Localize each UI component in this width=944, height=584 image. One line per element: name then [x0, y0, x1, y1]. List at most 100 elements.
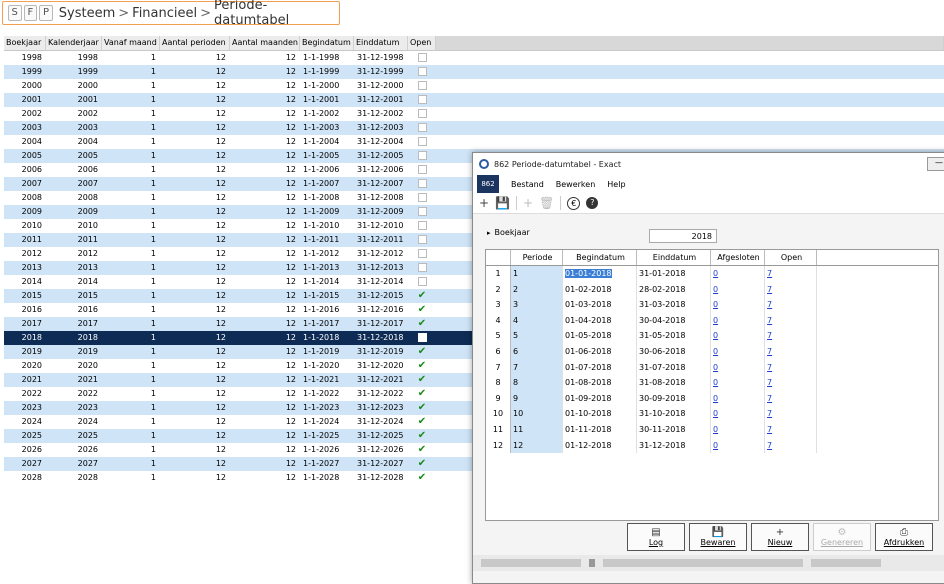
cell-open[interactable]: ✔ [408, 373, 436, 387]
boekjaar-input[interactable]: 2018 [649, 229, 717, 243]
cell-open[interactable] [408, 247, 436, 261]
cell-afgesloten[interactable]: 0 [711, 437, 765, 454]
checkbox[interactable] [417, 137, 427, 146]
cell-begindatum[interactable]: 01-02-2018 [563, 281, 637, 298]
checkmark-icon[interactable]: ✔ [418, 430, 426, 441]
period-row[interactable]: 3 3 01-03-2018 31-03-2018 0 7 [486, 297, 938, 313]
period-row[interactable]: 11 11 01-11-2018 30-11-2018 0 7 [486, 421, 938, 438]
cell-periode[interactable]: 9 [511, 390, 563, 407]
minimize-icon[interactable]: — [927, 157, 944, 171]
cell-begindatum[interactable]: 01-05-2018 [563, 328, 637, 344]
bewaren-button[interactable]: 💾 Bewaren [689, 523, 747, 551]
cell-afgesloten[interactable]: 0 [711, 390, 765, 407]
cell-begindatum[interactable]: 01-06-2018 [563, 343, 637, 360]
cell-open[interactable] [408, 163, 436, 177]
dialog-titlebar[interactable]: 862 Periode-datumtabel - Exact — [473, 153, 944, 175]
breadcrumb-button-p[interactable]: P [39, 5, 53, 21]
checkmark-icon[interactable]: ✔ [418, 444, 426, 455]
period-row[interactable]: 8 8 01-08-2018 31-08-2018 0 7 [486, 375, 938, 391]
column-header-open[interactable]: Open [765, 250, 817, 265]
menu-bestand[interactable]: Bestand [511, 180, 544, 189]
new-icon[interactable]: + [479, 196, 489, 210]
cell-open[interactable]: ✔ [408, 359, 436, 373]
table-row[interactable]: 2004 2004 1 12 12 1-1-2004 31-12-2004 [4, 135, 944, 149]
cell-open[interactable]: 7 [765, 406, 817, 422]
column-header-aantal-perioden[interactable]: Aantal perioden [160, 36, 230, 50]
table-row[interactable]: 2002 2002 1 12 12 1-1-2002 31-12-2002 [4, 107, 944, 121]
nieuw-button[interactable]: + Nieuw [751, 523, 809, 551]
add-icon[interactable]: + [523, 196, 533, 210]
checkbox[interactable] [417, 221, 427, 230]
column-header-einddatum[interactable]: Einddatum [637, 250, 711, 265]
cell-open[interactable] [408, 177, 436, 191]
checkbox[interactable] [417, 151, 427, 160]
checkmark-icon[interactable]: ✔ [418, 472, 426, 483]
cell-open[interactable]: ✔ [408, 415, 436, 429]
cell-begindatum[interactable]: 01-08-2018 [563, 375, 637, 391]
column-header-begindatum[interactable]: Begindatum [563, 250, 637, 265]
cell-begindatum[interactable]: 01-03-2018 [563, 297, 637, 313]
cell-afgesloten[interactable]: 0 [711, 421, 765, 438]
cell-open[interactable]: 7 [765, 359, 817, 376]
column-header-boekjaar[interactable]: Boekjaar [4, 36, 46, 50]
cell-open[interactable]: ✔ [408, 289, 436, 303]
cell-open[interactable]: ✔ [408, 345, 436, 359]
column-header-periode[interactable]: Periode [511, 250, 563, 265]
checkmark-icon[interactable]: ✔ [418, 304, 426, 315]
cell-open[interactable] [408, 149, 436, 163]
cell-periode[interactable]: 1 [511, 266, 563, 282]
cell-open[interactable] [408, 219, 436, 233]
cell-open[interactable] [408, 65, 436, 79]
cell-open[interactable]: ✔ [408, 401, 436, 415]
breadcrumb-button-f[interactable]: F [23, 5, 38, 21]
cell-open[interactable]: 7 [765, 421, 817, 438]
cell-periode[interactable]: 6 [511, 343, 563, 360]
cell-open[interactable] [408, 79, 436, 93]
period-row[interactable]: 10 10 01-10-2018 31-10-2018 0 7 [486, 406, 938, 422]
breadcrumb-item-systeem[interactable]: Systeem [59, 6, 115, 21]
period-row[interactable]: 7 7 01-07-2018 31-07-2018 0 7 [486, 359, 938, 376]
cell-afgesloten[interactable]: 0 [711, 312, 765, 329]
cell-einddatum[interactable]: 30-11-2018 [637, 421, 711, 438]
column-header-afgesloten[interactable]: Afgesloten [711, 250, 765, 265]
cell-afgesloten[interactable]: 0 [711, 328, 765, 344]
cell-periode[interactable]: 10 [511, 406, 563, 422]
cell-open[interactable]: 7 [765, 375, 817, 391]
cell-open[interactable] [408, 233, 436, 247]
cell-afgesloten[interactable]: 0 [711, 359, 765, 376]
cell-open[interactable]: 7 [765, 437, 817, 454]
checkbox[interactable] [417, 179, 427, 188]
cell-open[interactable]: ✔ [408, 429, 436, 443]
cell-afgesloten[interactable]: 0 [711, 281, 765, 298]
period-row[interactable]: 9 9 01-09-2018 30-09-2018 0 7 [486, 390, 938, 407]
cell-open[interactable]: ✔ [408, 443, 436, 457]
cell-open[interactable] [408, 205, 436, 219]
column-header-kalenderjaar[interactable]: Kalenderjaar [46, 36, 102, 50]
cell-einddatum[interactable]: 31-03-2018 [637, 297, 711, 313]
cell-begindatum[interactable]: 01-09-2018 [563, 390, 637, 407]
checkmark-icon[interactable]: ✔ [418, 360, 426, 371]
cell-einddatum[interactable]: 31-01-2018 [637, 266, 711, 282]
checkbox[interactable] [417, 67, 427, 76]
save-icon[interactable]: 💾 [495, 196, 510, 210]
genereren-button[interactable]: ⚙ Genereren [813, 523, 871, 551]
checkbox[interactable] [417, 193, 427, 202]
cell-open[interactable]: 7 [765, 281, 817, 298]
period-row[interactable]: 4 4 01-04-2018 30-04-2018 0 7 [486, 312, 938, 329]
period-row[interactable]: 6 6 01-06-2018 30-06-2018 0 7 [486, 343, 938, 360]
cell-open[interactable] [408, 331, 436, 345]
cell-periode[interactable]: 8 [511, 375, 563, 391]
period-row[interactable]: 1 1 01-01-2018 31-01-2018 0 7 [486, 266, 938, 282]
checkmark-icon[interactable]: ✔ [418, 416, 426, 427]
cell-afgesloten[interactable]: 0 [711, 375, 765, 391]
cell-einddatum[interactable]: 31-08-2018 [637, 375, 711, 391]
column-header-aantal-maanden[interactable]: Aantal maanden [230, 36, 300, 50]
column-header-open[interactable]: Open [408, 36, 436, 50]
table-row[interactable]: 1998 1998 1 12 12 1-1-1998 31-12-1998 [4, 51, 944, 65]
cell-open[interactable]: 7 [765, 266, 817, 282]
cell-begindatum[interactable]: 01-12-2018 [563, 437, 637, 454]
checkmark-icon[interactable]: ✔ [418, 374, 426, 385]
log-button[interactable]: ▤ Log [627, 523, 685, 551]
checkbox[interactable] [417, 249, 427, 258]
euro-icon[interactable]: € [567, 196, 581, 210]
